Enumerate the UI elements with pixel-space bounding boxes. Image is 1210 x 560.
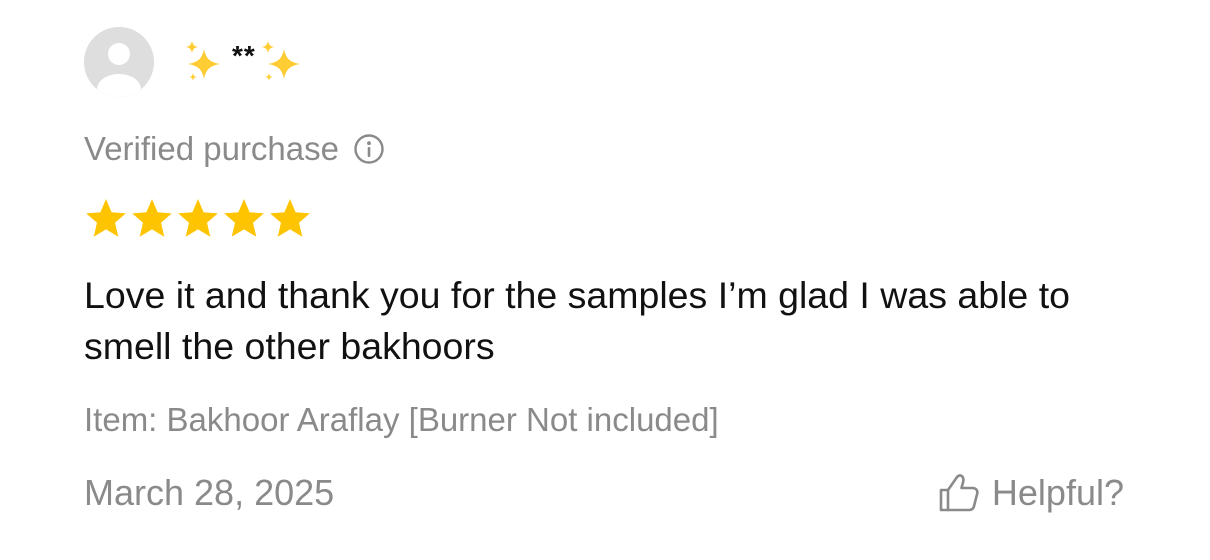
review-date: March 28, 2025: [84, 472, 335, 513]
item-variant[interactable]: Item: Bakhoor Araflay [Burner Not includ…: [84, 401, 719, 439]
star-icon: [268, 197, 312, 241]
review-text: Love it and thank you for the samples I’…: [84, 274, 1070, 367]
star-rating: [84, 196, 314, 242]
star-icon: [84, 197, 128, 241]
sparkles-icon: [180, 37, 230, 87]
thumbs-up-icon: [936, 470, 982, 516]
info-icon[interactable]: [353, 133, 385, 165]
verified-purchase-label: Verified purchase: [84, 130, 339, 167]
review-card: ** Verified purchase Love it and thank y…: [0, 0, 1210, 560]
reviewer-name-text: **: [232, 40, 256, 71]
reviewer-header: **: [84, 27, 308, 97]
star-icon: [176, 197, 220, 241]
star-icon: [130, 197, 174, 241]
helpful-label: Helpful?: [991, 472, 1124, 513]
star-icon: [222, 197, 266, 241]
verified-purchase: Verified purchase: [84, 128, 385, 170]
reviewer-name[interactable]: **: [180, 37, 308, 87]
sparkles-icon: [258, 37, 308, 87]
default-user-avatar-icon: [84, 27, 154, 97]
helpful-button[interactable]: Helpful?: [936, 469, 1124, 517]
avatar[interactable]: [84, 27, 154, 97]
